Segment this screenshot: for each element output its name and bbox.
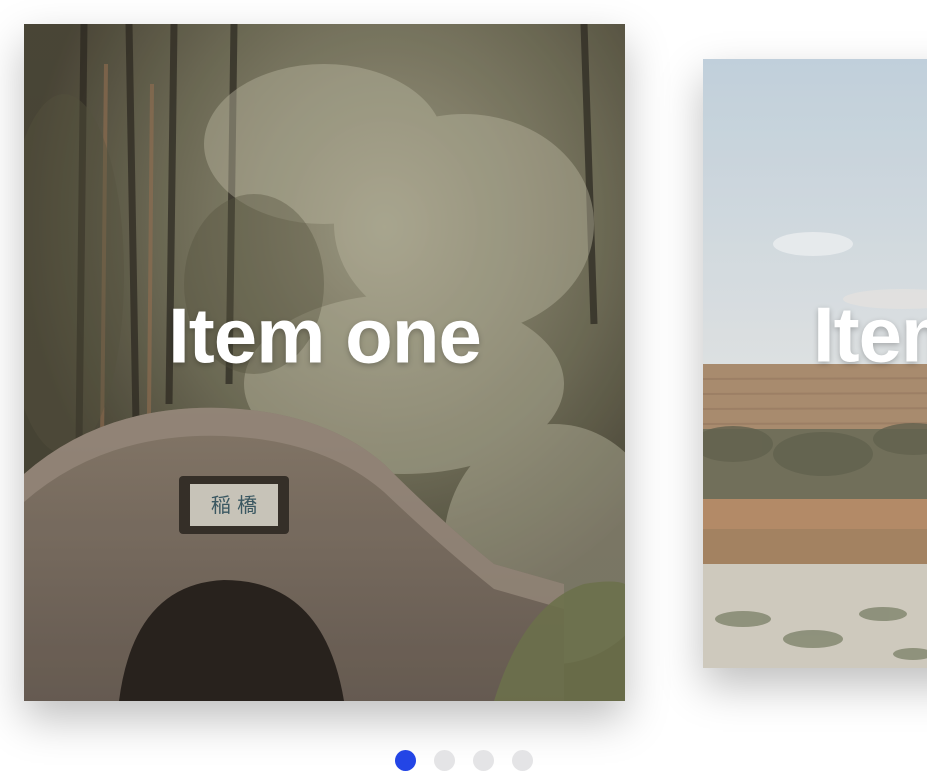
pagination-dot-2[interactable]: [433, 750, 455, 771]
pagination-dot-1[interactable]: [394, 750, 416, 771]
pagination-dot-3[interactable]: [472, 750, 494, 771]
carousel-slide-2[interactable]: Item two: [703, 59, 927, 668]
carousel[interactable]: 稲 橋 Item one Ite: [0, 0, 927, 783]
pagination-dot-4[interactable]: [511, 750, 533, 771]
carousel-pagination: [0, 750, 927, 771]
carousel-slide-1[interactable]: 稲 橋 Item one: [24, 24, 625, 701]
slide-2-title: Item two: [813, 290, 927, 378]
slide-1-title: Item one: [168, 291, 482, 379]
